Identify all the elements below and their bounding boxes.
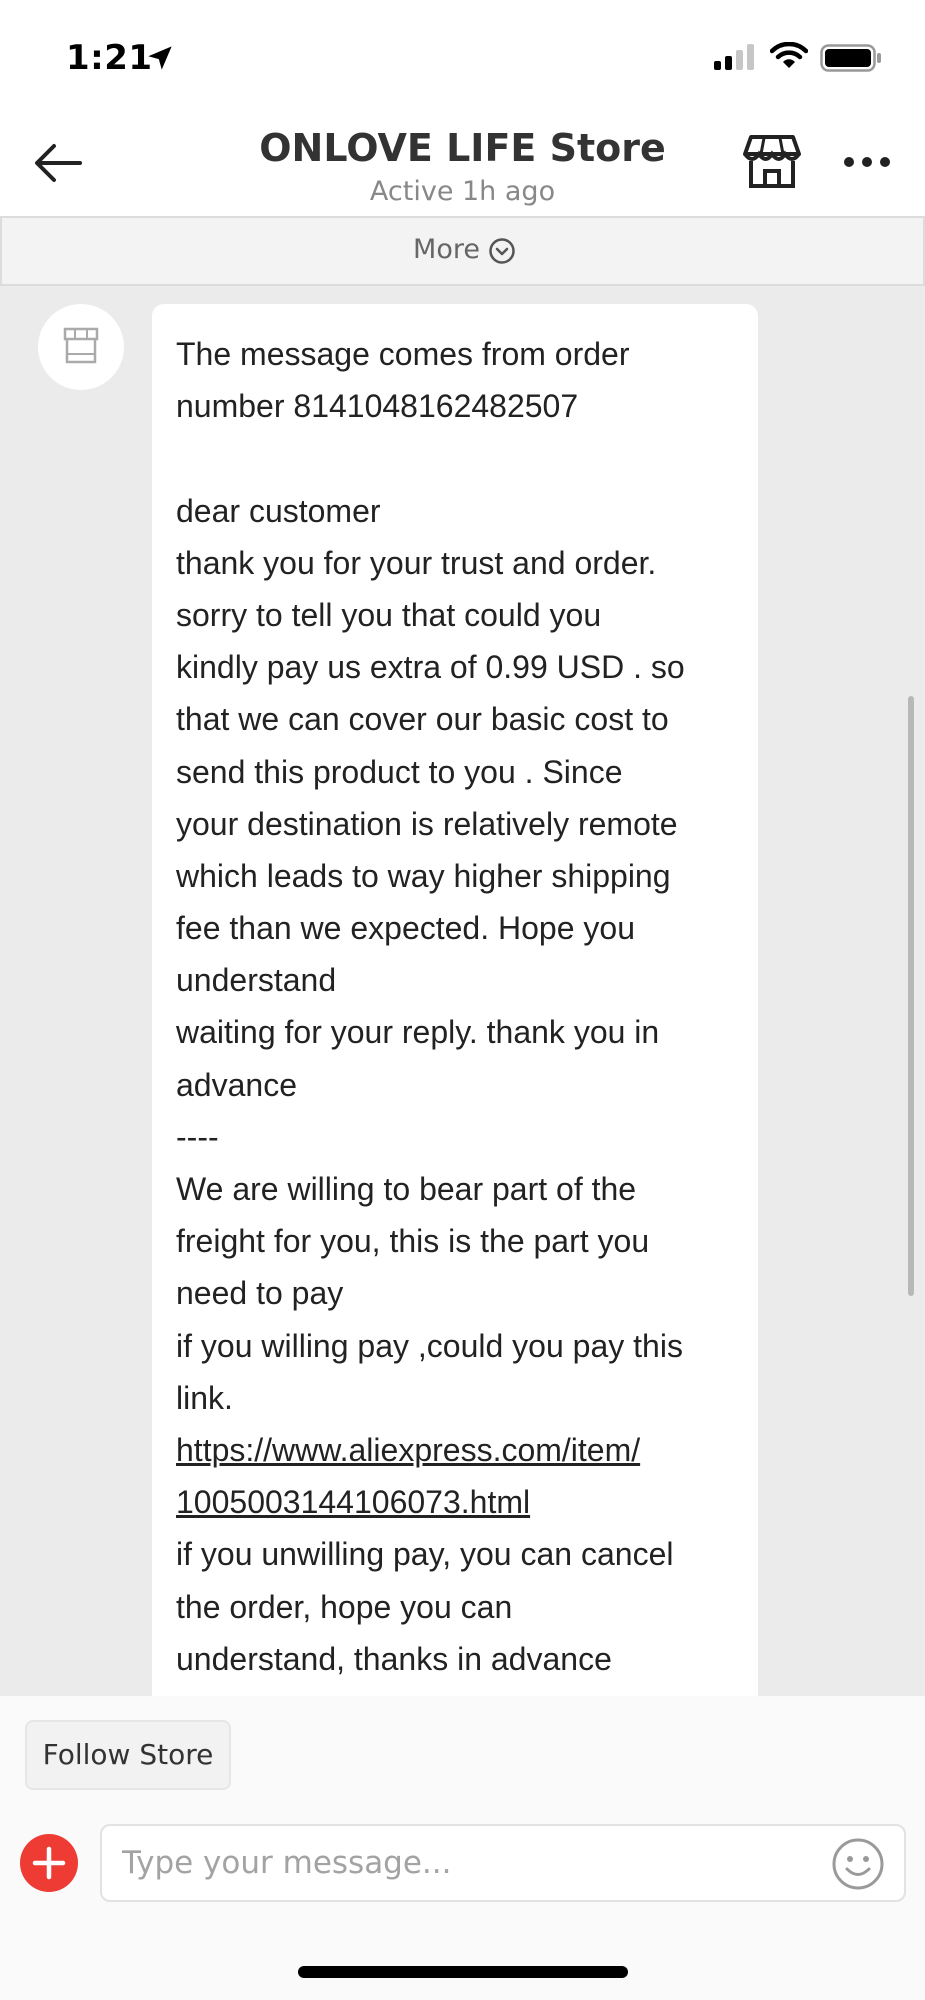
message-line: We are willing to bear part of the <box>176 1171 637 1207</box>
message-line: advance <box>176 1066 297 1103</box>
message-line: need to pay <box>176 1275 344 1312</box>
battery-icon <box>820 44 882 76</box>
message-line: freight for you, this is the part you <box>176 1223 650 1260</box>
more-bar[interactable]: More <box>0 216 925 286</box>
message-bubble: The message comes from order number 8141… <box>152 304 758 1696</box>
more-horizontal-icon <box>844 157 890 167</box>
message-line: ---- <box>176 1118 219 1155</box>
message-line: The message comes from order <box>176 336 630 372</box>
message-line: the order, hope you can <box>176 1588 513 1625</box>
chat-area[interactable]: The message comes from order number 8141… <box>0 286 925 1696</box>
status-bar: 1:21 <box>0 0 925 110</box>
message-line: that we can cover our basic cost to <box>176 701 669 738</box>
emoji-button[interactable] <box>830 1836 886 1892</box>
status-time: 1:21 <box>66 38 153 78</box>
message-line: sorry to tell you that could you <box>176 596 602 633</box>
message-line: which leads to way higher shipping <box>176 857 671 894</box>
message-line: send this product to you . Since <box>176 753 623 790</box>
message-input-box[interactable] <box>100 1824 906 1902</box>
message-line: if you unwilling pay, you can cancel <box>176 1536 674 1573</box>
message-line: number 8141048162482507 <box>176 388 579 425</box>
message-line: waiting for your reply. thank you in <box>176 1014 660 1051</box>
smiley-icon <box>832 1838 884 1890</box>
location-arrow-icon <box>146 44 174 76</box>
payment-link[interactable]: https://www.aliexpress.com/item/ <box>176 1424 734 1476</box>
more-label: More <box>413 234 480 265</box>
bottom-bar: Follow Store <box>0 1696 925 2000</box>
follow-store-button[interactable]: Follow Store <box>25 1720 231 1790</box>
signal-icon <box>714 44 756 74</box>
more-options-button[interactable] <box>842 150 892 174</box>
message-line: if you willing pay ,could you pay this <box>176 1327 683 1364</box>
message-line: kindly pay us extra of 0.99 USD . so <box>176 649 685 686</box>
home-indicator <box>298 1966 628 1978</box>
payment-link[interactable]: 1005003144106073.html <box>176 1476 734 1528</box>
chevron-down-circle-icon <box>489 237 515 264</box>
message-line: dear customer <box>176 492 381 529</box>
message-line: understand <box>176 962 337 999</box>
wifi-icon <box>769 41 809 74</box>
chat-header: ONLOVE LIFE Store Active 1h ago <box>0 110 925 216</box>
storefront-icon <box>743 135 801 188</box>
message-line: thank you for your trust and order. <box>176 544 657 581</box>
store-avatar[interactable] <box>38 304 124 390</box>
message-line <box>176 432 734 484</box>
message-input[interactable] <box>122 1836 822 1890</box>
plus-circle-icon <box>32 1846 66 1880</box>
message-line: understand, thanks in advance <box>176 1640 612 1677</box>
add-attachment-button[interactable] <box>20 1834 78 1892</box>
message-line: fee than we expected. Hope you <box>176 910 635 947</box>
store-button[interactable] <box>742 134 802 190</box>
store-avatar-icon <box>63 327 99 364</box>
message-line: your destination is relatively remote <box>176 805 678 842</box>
scrollbar[interactable] <box>908 696 914 1296</box>
message-line: link. <box>176 1379 233 1416</box>
